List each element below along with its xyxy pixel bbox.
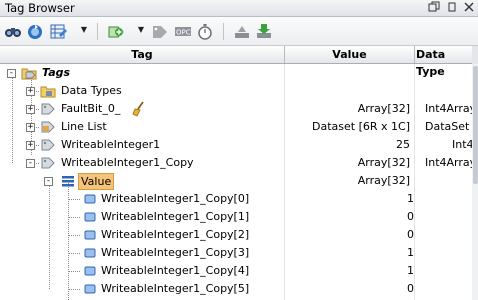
tree-row-label: WriteableInteger1_Copy[3] (101, 246, 250, 259)
tag-value: 1 (407, 264, 414, 277)
tag-icon (40, 155, 56, 171)
tag-browser-toolbar: ▼ ▼ OPC (0, 17, 478, 46)
edit-dropdown-icon[interactable]: ▼ (80, 25, 88, 35)
tag-type-icon[interactable] (151, 23, 169, 40)
tree-row-array-element[interactable]: WriteableInteger1_Copy[1] 0 (0, 208, 472, 226)
tag-data-type: Int4 (452, 138, 472, 151)
refresh-icon[interactable] (26, 23, 44, 40)
tree-row-array-element[interactable]: WriteableInteger1_Copy[3] 1 (0, 244, 472, 262)
tree-row-value[interactable]: - Value Array[32] (0, 172, 472, 190)
tree-row-tags[interactable]: - Tags (0, 64, 472, 82)
scrollbar-corner (472, 46, 478, 64)
tree-row-label: FaultBit_0_ (61, 102, 121, 115)
element-icon (82, 281, 98, 297)
collapse-toggle-icon[interactable]: - (44, 177, 53, 186)
opc-icon[interactable]: OPC (174, 23, 192, 40)
element-icon (82, 263, 98, 279)
toolbar-separator (97, 23, 98, 40)
tree-row-writeableinteger1[interactable]: + WriteableInteger1 25 Int4 (0, 136, 472, 154)
tree-row-data-types[interactable]: + Data Types (0, 82, 472, 100)
tag-value: Array[32] (357, 174, 410, 187)
float-panel-icon[interactable] (427, 1, 441, 15)
toolbar-separator (223, 23, 224, 40)
tree-row-label: WriteableInteger1_Copy[5] (101, 282, 250, 295)
scrollbar-thumb[interactable] (473, 66, 478, 184)
tree-row-label: Tags (42, 66, 71, 79)
tag-data-type: DataSet (425, 120, 470, 133)
data-types-folder-icon (40, 83, 56, 99)
tree-row-label: Value (78, 173, 115, 190)
tag-value: 1 (407, 192, 414, 205)
tag-value: 0 (407, 282, 414, 295)
dataset-tag-icon (40, 119, 56, 135)
tree-row-faultbit[interactable]: + FaultBit_0_ Array[32] Int4Array (0, 100, 472, 118)
element-icon (82, 209, 98, 225)
tag-value: Dataset [6R x 1C] (312, 120, 410, 133)
edit-tags-icon[interactable] (50, 23, 68, 40)
tag-value: Array[32] (357, 102, 410, 115)
tree-row-label: WriteableInteger1_Copy[2] (101, 228, 250, 241)
tree-row-label: Line List (61, 120, 107, 133)
tree-row-label: WriteableInteger1 (61, 138, 161, 151)
close-panel-icon[interactable] (462, 1, 476, 15)
binoculars-icon[interactable] (4, 23, 22, 40)
export-icon[interactable] (233, 23, 251, 40)
svg-text:OPC: OPC (176, 29, 191, 37)
tree-row-array-element[interactable]: WriteableInteger1_Copy[5] 0 (0, 280, 472, 298)
column-header-data-type[interactable]: Data Type (416, 46, 474, 78)
tag-data-type: Int4Array (425, 156, 472, 169)
column-header-tag[interactable]: Tag (0, 46, 284, 63)
element-icon (82, 227, 98, 243)
minimize-panel-icon[interactable] (445, 1, 459, 15)
tag-value: 0 (407, 210, 414, 223)
expand-toggle-icon[interactable]: + (26, 141, 35, 150)
tree-row-label: WriteableInteger1_Copy[4] (101, 264, 250, 277)
stopwatch-icon[interactable] (196, 23, 214, 40)
element-icon (82, 245, 98, 261)
tree-row-line-list[interactable]: + Line List Dataset [6R x 1C] DataSet (0, 118, 472, 136)
tree-row-label: WriteableInteger1_Copy (61, 156, 194, 169)
tree-row-label: Data Types (61, 84, 122, 97)
expand-toggle-icon[interactable]: + (26, 123, 35, 132)
tag-value: 25 (396, 138, 410, 151)
tag-value: Array[32] (357, 156, 410, 169)
tag-tree: - Tags + Data Types + FaultBit_0_ Array[… (0, 64, 472, 300)
tree-row-array-element[interactable]: WriteableInteger1_Copy[0] 1 (0, 190, 472, 208)
tree-row-array-element[interactable]: WriteableInteger1_Copy[4] 1 (0, 262, 472, 280)
collapse-toggle-icon[interactable]: - (26, 159, 35, 168)
new-tag-dropdown-icon[interactable]: ▼ (137, 25, 145, 35)
collapse-toggle-icon[interactable]: - (7, 69, 16, 78)
tree-row-label: WriteableInteger1_Copy[0] (101, 192, 250, 205)
expand-toggle-icon[interactable]: + (26, 87, 35, 96)
tag-value: 1 (407, 246, 414, 259)
tree-row-writeableinteger1-copy[interactable]: - WriteableInteger1_Copy Array[32] Int4A… (0, 154, 472, 172)
tree-row-label: WriteableInteger1_Copy[1] (101, 210, 250, 223)
array-property-icon (60, 173, 76, 189)
tag-icon (40, 137, 56, 153)
tag-data-type: Int4Array (425, 102, 472, 115)
tree-row-array-element[interactable]: WriteableInteger1_Copy[2] 0 (0, 226, 472, 244)
column-divider[interactable] (414, 46, 415, 63)
tag-value: 0 (407, 228, 414, 241)
tree-table-header: Tag Value Data Type (0, 46, 478, 78)
expand-toggle-icon[interactable]: + (26, 105, 35, 114)
tag-icon (40, 101, 56, 117)
panel-title: Tag Browser (5, 1, 75, 15)
new-tag-icon[interactable] (107, 23, 125, 40)
import-icon[interactable] (255, 23, 273, 40)
panel-title-bar: Tag Browser (0, 0, 478, 17)
tags-folder-icon (21, 65, 37, 81)
broom-icon (131, 101, 147, 117)
column-header-value[interactable]: Value (285, 46, 414, 63)
element-icon (82, 191, 98, 207)
